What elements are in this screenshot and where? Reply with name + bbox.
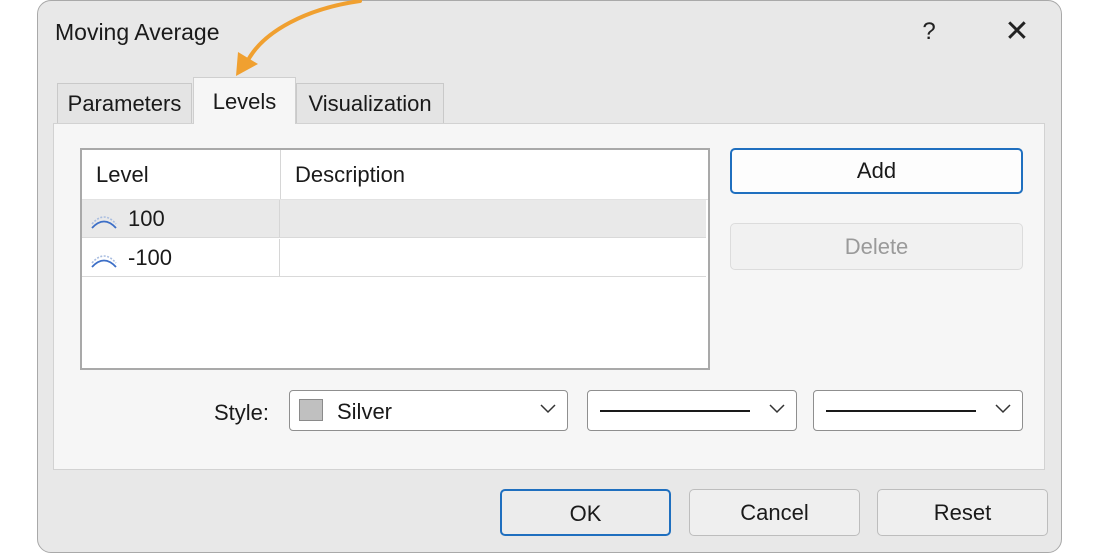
tab-parameters[interactable]: Parameters	[57, 83, 192, 123]
line-style-select[interactable]	[587, 390, 797, 431]
add-button[interactable]: Add	[730, 148, 1023, 194]
close-icon[interactable]: ✕	[1000, 13, 1034, 51]
column-header-description[interactable]: Description	[281, 150, 706, 199]
level-cell[interactable]: 100	[82, 200, 280, 237]
line-style-sample	[600, 410, 750, 412]
levels-panel: Level Description 100 -100 Add Delete St…	[53, 123, 1045, 470]
chevron-down-icon	[769, 404, 785, 414]
reset-button[interactable]: Reset	[877, 489, 1048, 536]
delete-button[interactable]: Delete	[730, 223, 1023, 270]
level-value: -100	[128, 245, 173, 270]
column-header-level[interactable]: Level	[82, 150, 281, 199]
level-value: 100	[128, 206, 165, 231]
chevron-down-icon	[995, 404, 1011, 414]
ok-button[interactable]: OK	[500, 489, 671, 536]
help-button[interactable]: ?	[914, 13, 944, 51]
color-swatch	[299, 399, 323, 421]
tab-levels[interactable]: Levels	[193, 77, 296, 124]
table-row[interactable]: 100	[82, 200, 706, 238]
level-line-icon	[91, 255, 117, 268]
line-width-sample	[826, 410, 976, 412]
style-label: Style:	[214, 400, 270, 425]
cancel-button[interactable]: Cancel	[689, 489, 860, 536]
chevron-down-icon	[540, 404, 556, 414]
levels-table[interactable]: Level Description 100 -100	[80, 148, 710, 370]
level-line-icon	[91, 216, 117, 229]
tab-visualization[interactable]: Visualization	[296, 83, 444, 123]
dialog-title: Moving Average	[55, 19, 220, 45]
color-select[interactable]: Silver	[289, 390, 568, 431]
table-row[interactable]: -100	[82, 239, 706, 277]
moving-average-dialog: Moving Average ? ✕ Parameters Levels Vis…	[37, 0, 1062, 553]
color-select-value: Silver	[337, 399, 393, 424]
line-width-select[interactable]	[813, 390, 1023, 431]
level-cell[interactable]: -100	[82, 239, 280, 276]
